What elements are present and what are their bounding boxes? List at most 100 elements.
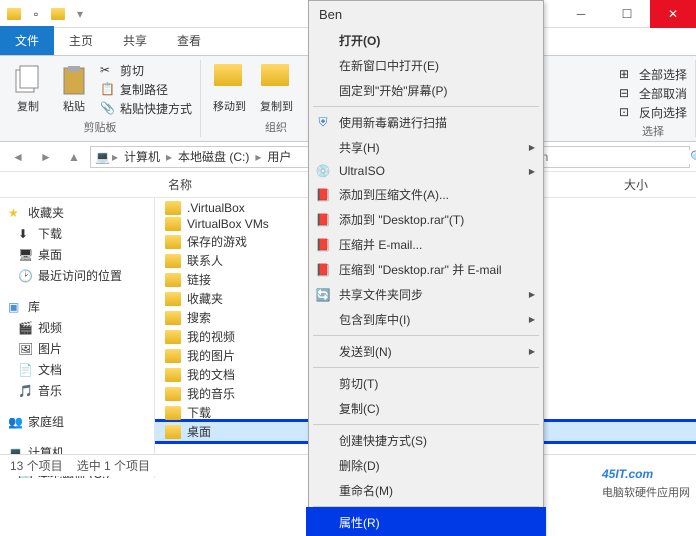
folder-icon bbox=[165, 406, 181, 420]
folder-icon bbox=[165, 368, 181, 382]
cm-copy[interactable]: 复制(C) bbox=[309, 396, 543, 421]
back-button[interactable]: ◄ bbox=[6, 145, 30, 169]
library-icon: ▣ bbox=[8, 300, 24, 314]
folder-icon bbox=[48, 4, 68, 24]
sidebar-pictures[interactable]: 🖼图片 bbox=[0, 338, 154, 359]
up-button[interactable]: ▲ bbox=[62, 145, 86, 169]
cm-newwindow[interactable]: 在新窗口中打开(E) bbox=[309, 53, 543, 78]
star-icon: ★ bbox=[8, 206, 24, 220]
cm-cut[interactable]: 剪切(T) bbox=[309, 371, 543, 396]
sidebar-recent[interactable]: 🕑最近访问的位置 bbox=[0, 265, 154, 286]
folder-icon bbox=[165, 330, 181, 344]
cm-emailarchive[interactable]: 📕压缩并 E-mail... bbox=[309, 232, 543, 257]
copy-button[interactable]: 复制 bbox=[8, 62, 48, 116]
shield-icon: ⛨ bbox=[315, 115, 331, 131]
search-box[interactable]: 🔍 bbox=[530, 146, 690, 168]
cut-button[interactable]: ✂剪切 bbox=[100, 62, 192, 79]
desktop-icon: 🖥 bbox=[18, 248, 34, 262]
paste-button[interactable]: 粘贴 bbox=[54, 62, 94, 116]
col-size[interactable]: 大小 bbox=[616, 176, 656, 193]
cm-sendto[interactable]: 发送到(N) bbox=[309, 339, 543, 364]
context-menu-title: Ben bbox=[309, 1, 543, 28]
selectnone-icon: ⊟ bbox=[619, 86, 635, 102]
sidebar-video[interactable]: 🎬视频 bbox=[0, 317, 154, 338]
copyto-button[interactable]: 复制到 bbox=[256, 62, 297, 116]
cm-pinstart[interactable]: 固定到"开始"屏幕(P) bbox=[309, 78, 543, 103]
selectnone-button[interactable]: ⊟全部取消 bbox=[619, 85, 687, 102]
ribbon-group-clipboard: 复制 粘贴 ✂剪切 📋复制路径 📎粘贴快捷方式 剪贴板 bbox=[0, 60, 201, 137]
sidebar-downloads[interactable]: ⬇下载 bbox=[0, 223, 154, 244]
folder-icon bbox=[165, 273, 181, 287]
folder-icon bbox=[165, 217, 181, 231]
context-menu: Ben 打开(O) 在新窗口中打开(E) 固定到"开始"屏幕(P) ⛨使用新毒霸… bbox=[308, 0, 544, 536]
document-icon: 📄 bbox=[18, 363, 34, 377]
tab-share[interactable]: 共享 bbox=[108, 26, 162, 55]
tab-home[interactable]: 主页 bbox=[54, 26, 108, 55]
cm-shortcut[interactable]: 创建快捷方式(S) bbox=[309, 428, 543, 453]
folder-icon bbox=[165, 311, 181, 325]
folder-icon bbox=[165, 425, 181, 439]
search-icon[interactable]: 🔍 bbox=[690, 150, 696, 164]
sidebar-docs[interactable]: 📄文档 bbox=[0, 359, 154, 380]
watermark: 45IT.com 电脑软硬件应用网 bbox=[602, 458, 690, 500]
forward-button[interactable]: ► bbox=[34, 145, 58, 169]
maximize-button[interactable]: ☐ bbox=[604, 0, 650, 28]
copypath-button[interactable]: 📋复制路径 bbox=[100, 81, 192, 98]
cm-ultraiso[interactable]: 💿UltraISO bbox=[309, 160, 543, 182]
cm-addarchive[interactable]: 📕添加到压缩文件(A)... bbox=[309, 182, 543, 207]
folder-icon bbox=[165, 292, 181, 306]
close-button[interactable]: ✕ bbox=[650, 0, 696, 28]
sync-icon: 🔄 bbox=[315, 287, 331, 303]
folder-icon bbox=[165, 387, 181, 401]
folder-icon bbox=[165, 235, 181, 249]
recent-icon: 🕑 bbox=[18, 269, 34, 283]
folder-icon bbox=[4, 4, 24, 24]
cm-includelib[interactable]: 包含到库中(I) bbox=[309, 307, 543, 332]
sidebar-desktop[interactable]: 🖥桌面 bbox=[0, 244, 154, 265]
qat-item[interactable]: ▫ bbox=[26, 4, 46, 24]
archive-icon: 📕 bbox=[315, 237, 331, 253]
download-icon: ⬇ bbox=[18, 227, 34, 241]
computer-icon: 💻 bbox=[95, 150, 110, 164]
cm-emaildesktop[interactable]: 📕压缩到 "Desktop.rar" 并 E-mail bbox=[309, 257, 543, 282]
selectall-icon: ⊞ bbox=[619, 67, 635, 83]
archive-icon: 📕 bbox=[315, 212, 331, 228]
picture-icon: 🖼 bbox=[18, 342, 34, 356]
status-selected: 选中 1 个项目 bbox=[77, 457, 150, 474]
cm-open[interactable]: 打开(O) bbox=[309, 28, 543, 53]
cm-scan[interactable]: ⛨使用新毒霸进行扫描 bbox=[309, 110, 543, 135]
selectall-button[interactable]: ⊞全部选择 bbox=[619, 66, 687, 83]
folder-icon bbox=[165, 201, 181, 215]
folder-icon bbox=[165, 349, 181, 363]
sidebar-music[interactable]: 🎵音乐 bbox=[0, 380, 154, 401]
moveto-button[interactable]: 移动到 bbox=[209, 62, 250, 116]
pasteshortcut-button[interactable]: 📎粘贴快捷方式 bbox=[100, 100, 192, 117]
cm-share[interactable]: 共享(H) bbox=[309, 135, 543, 160]
invert-icon: ⊡ bbox=[619, 105, 635, 121]
homegroup-icon: 👥 bbox=[8, 415, 24, 429]
minimize-button[interactable]: ─ bbox=[558, 0, 604, 28]
music-icon: 🎵 bbox=[18, 384, 34, 398]
cm-syncfolder[interactable]: 🔄共享文件夹同步 bbox=[309, 282, 543, 307]
cm-rename[interactable]: 重命名(M) bbox=[309, 478, 543, 503]
cm-properties[interactable]: 属性(R) bbox=[309, 510, 543, 535]
sidebar: ★收藏夹 ⬇下载 🖥桌面 🕑最近访问的位置 ▣库 🎬视频 🖼图片 📄文档 🎵音乐… bbox=[0, 198, 155, 478]
qat-expand-icon[interactable]: ▾ bbox=[70, 4, 90, 24]
search-input[interactable] bbox=[535, 150, 690, 164]
sidebar-favorites[interactable]: ★收藏夹 bbox=[0, 202, 154, 223]
archive-icon: 📕 bbox=[315, 262, 331, 278]
disc-icon: 💿 bbox=[315, 163, 331, 179]
ribbon-group-select: ⊞全部选择 ⊟全部取消 ⊡反向选择 选择 bbox=[611, 60, 696, 137]
sidebar-libraries[interactable]: ▣库 bbox=[0, 296, 154, 317]
folder-icon bbox=[165, 254, 181, 268]
tab-file[interactable]: 文件 bbox=[0, 26, 54, 55]
invert-button[interactable]: ⊡反向选择 bbox=[619, 104, 687, 121]
sidebar-homegroup[interactable]: 👥家庭组 bbox=[0, 411, 154, 432]
tab-view[interactable]: 查看 bbox=[162, 26, 216, 55]
shortcut-icon: 📎 bbox=[100, 101, 116, 117]
path-icon: 📋 bbox=[100, 82, 116, 98]
cm-delete[interactable]: 删除(D) bbox=[309, 453, 543, 478]
archive-icon: 📕 bbox=[315, 187, 331, 203]
status-count: 13 个项目 bbox=[10, 457, 63, 474]
cm-adddesktop[interactable]: 📕添加到 "Desktop.rar"(T) bbox=[309, 207, 543, 232]
